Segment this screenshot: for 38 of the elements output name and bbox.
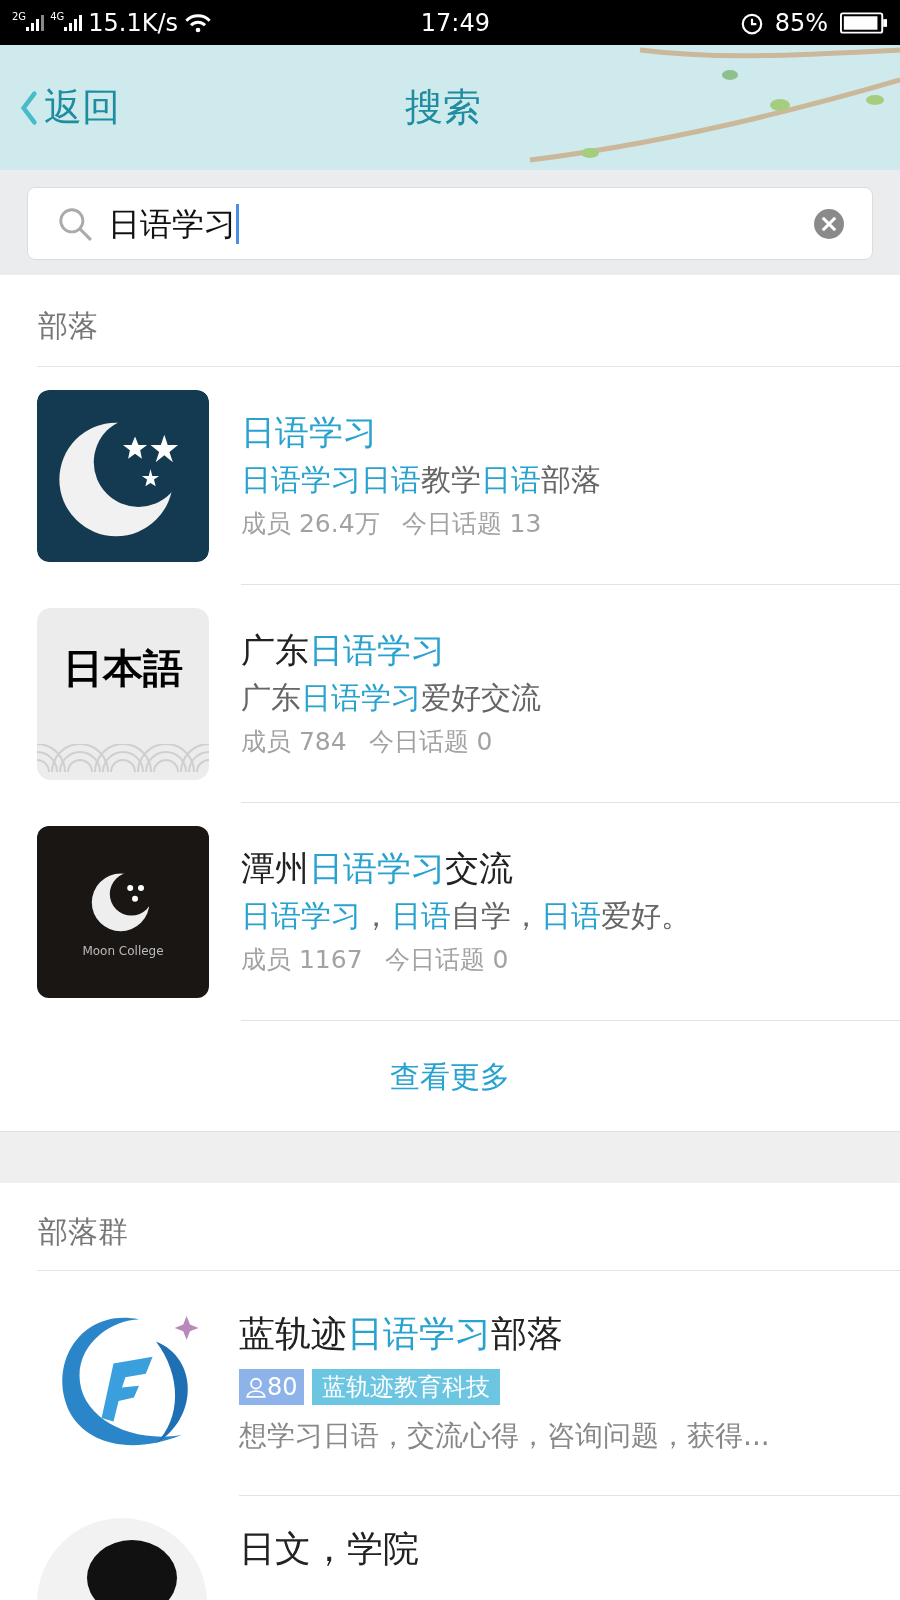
signal-label: 2G	[12, 10, 27, 24]
group-tag: 蓝轨迹教育科技	[311, 1369, 500, 1405]
battery-percent: 85%	[774, 7, 828, 39]
wave-pattern-icon	[37, 744, 209, 772]
tribe-description: 广东日语学习爱好交流	[241, 678, 541, 717]
logo-text: 日本語	[63, 643, 183, 693]
tribe-title[interactable]: 潭州 日语学习交流	[241, 843, 513, 892]
group-description: 想学习日语，交流心得，咨询问题，获得...	[239, 1418, 770, 1454]
member-count: 成员 784	[241, 725, 347, 758]
signal-icon	[64, 14, 83, 31]
clock-time: 17:49	[420, 7, 491, 39]
person-icon	[245, 1376, 267, 1398]
page-title: 搜索	[405, 84, 481, 131]
search-field[interactable]: 日语学习	[27, 187, 873, 260]
moon-logo-icon	[37, 390, 209, 562]
tribe-description: 日语学习日语教学日语部落	[241, 460, 601, 499]
group-title[interactable]: 日文，学院	[239, 1524, 419, 1574]
logo-caption: Moon College	[82, 943, 164, 960]
member-count: 成员 26.4万	[241, 507, 380, 540]
back-icon	[20, 88, 38, 127]
member-count: 成员 1167	[241, 943, 363, 976]
topic-count: 今日话题 0	[384, 943, 509, 976]
topic-count: 今日话题 0	[368, 725, 493, 758]
section-heading: 部落群	[37, 1213, 128, 1251]
section-heading: 部落	[37, 307, 98, 345]
tribe-title[interactable]: 广东日语学习	[241, 625, 445, 674]
clear-icon[interactable]	[814, 208, 844, 239]
signal-icon	[26, 14, 45, 31]
network-speed: 15.1K/s	[88, 7, 178, 39]
wifi-icon	[184, 11, 212, 34]
text-cursor	[236, 203, 239, 244]
search-text: 日语学习	[108, 203, 236, 245]
signal-label: 4G	[50, 10, 65, 24]
battery-icon	[840, 10, 888, 35]
member-badge: 80	[239, 1369, 304, 1405]
tribe-description: 日语学习，日语自学，日语爱好。	[241, 896, 691, 935]
topic-count: 今日话题 13	[401, 507, 542, 540]
group-title[interactable]: 蓝轨迹日语学习部落	[239, 1309, 563, 1359]
